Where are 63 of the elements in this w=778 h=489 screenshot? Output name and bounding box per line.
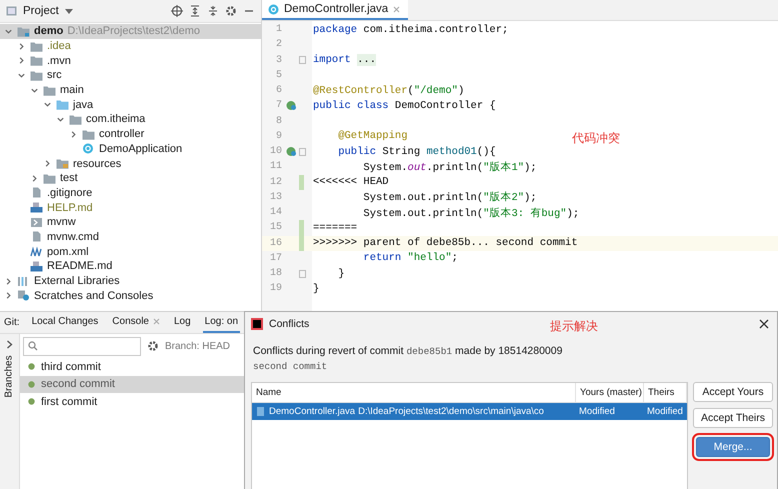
- code-line: =======: [312, 222, 358, 234]
- line-number: 6: [276, 85, 283, 96]
- code-line: <<<<<<< HEAD: [312, 176, 389, 188]
- table-cell-text: Modified: [646, 405, 684, 419]
- line-number: 11: [270, 161, 283, 172]
- file-name: DemoController.java: [269, 406, 356, 417]
- line-number: 5: [276, 70, 283, 81]
- item-name: controller: [99, 128, 144, 140]
- annotation-note: 代码冲突: [572, 130, 620, 147]
- line-number: 2: [276, 39, 283, 50]
- line-number: 10: [270, 146, 283, 158]
- code-line: System.out.println("版本1");: [362, 160, 537, 174]
- code-line: public String method01(){: [337, 146, 496, 158]
- item-name: com.itheima: [86, 113, 146, 126]
- code-line: @RestController("/demo"): [312, 84, 464, 97]
- code-line: public class DemoController {: [312, 100, 496, 112]
- item-name: README.md: [47, 260, 112, 272]
- line-number: 13: [270, 192, 283, 203]
- code-line: System.out.println("版本3: 有bug");: [362, 206, 580, 220]
- annotation-note: 提示解决: [550, 318, 598, 335]
- code-line: return "hello";: [362, 252, 458, 264]
- line-number: 12: [270, 176, 283, 188]
- code-line: >>>>>>> parent of debe85b... second commit: [312, 237, 578, 250]
- line-number: 9: [276, 130, 283, 142]
- line-number: 19: [270, 283, 283, 294]
- line-number: 1: [276, 24, 283, 36]
- item-name: HELP.md: [47, 202, 93, 214]
- git-label: Git:: [4, 317, 20, 328]
- line-number: 15: [270, 222, 283, 234]
- line-number: 14: [270, 207, 283, 218]
- item-name: src: [47, 69, 62, 82]
- line-number: 18: [270, 268, 283, 280]
- line-number: 16: [270, 238, 283, 249]
- commit-message: second commit: [253, 361, 328, 372]
- code-line: }: [312, 282, 320, 295]
- line-number: 7: [276, 100, 283, 112]
- item-path: D:\IdeaProjects\test2\demo: [67, 25, 200, 38]
- file-path: D:\IdeaProjects\test2\demo\src\main\java\co: [358, 406, 544, 417]
- line-number: 3: [276, 54, 283, 66]
- code-line: System.out.println("版本2");: [362, 190, 537, 204]
- conflict-message: Conflicts during revert of commit debe85b1 made by 18514280009: [252, 344, 564, 357]
- item-name: mvnw.cmd: [47, 230, 99, 243]
- item-name: main: [60, 84, 84, 96]
- code-line: import ...: [312, 54, 376, 66]
- line-number: 8: [276, 116, 283, 127]
- line-number: 17: [270, 252, 283, 264]
- item-name: DemoApplication: [99, 142, 182, 155]
- item-name: pom.xml: [47, 246, 89, 258]
- item-name: java: [73, 98, 94, 111]
- item-name: .idea: [47, 40, 71, 52]
- dialog-title: Conflicts: [269, 318, 310, 330]
- item-name: .mvn: [47, 54, 71, 67]
- table-cell-text: Modified: [578, 405, 616, 419]
- item-name: demo: [34, 25, 64, 38]
- item-name: Scratches and Consoles: [34, 290, 154, 302]
- item-name: mvnw: [47, 216, 76, 228]
- item-name: resources: [73, 158, 122, 170]
- item-name: .gitignore: [47, 186, 92, 199]
- item-name: External Libraries: [34, 275, 120, 288]
- code-line: }: [337, 268, 345, 280]
- code-line: @GetMapping: [337, 130, 408, 142]
- item-name: test: [60, 172, 78, 184]
- code-line: package com.itheima.controller;: [312, 24, 508, 36]
